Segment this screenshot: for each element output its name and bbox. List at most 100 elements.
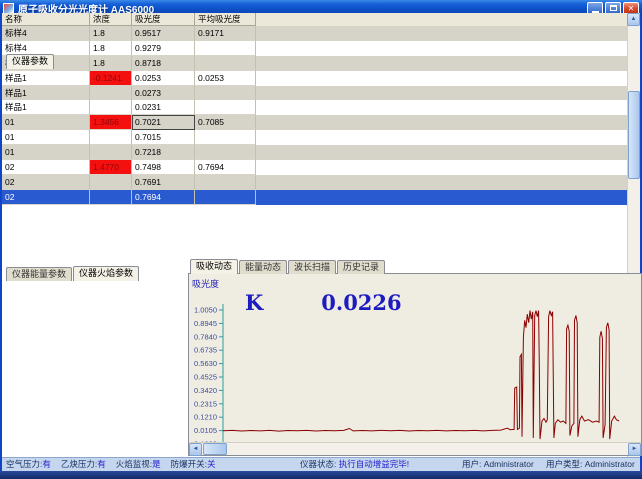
table-row[interactable]: 标样41.80.95170.9171 xyxy=(2,26,627,41)
cell-conc xyxy=(90,100,132,115)
cell-avg xyxy=(195,130,256,145)
cell-name: 标样4 xyxy=(2,26,90,41)
table-row[interactable]: 010.7218 xyxy=(2,145,627,160)
cell-name: 样品1 xyxy=(2,86,90,101)
svg-text:0.0105: 0.0105 xyxy=(194,426,217,435)
status-item-4: 防爆开关:关 xyxy=(171,458,216,472)
table-scrollbar-thumb[interactable] xyxy=(628,91,640,179)
user-label: 用户: xyxy=(462,459,481,469)
table-row[interactable]: 021.47700.74980.7694 xyxy=(2,160,627,175)
cell-name: 样品1 xyxy=(2,71,90,86)
tab-absorbance-dynamic[interactable]: 吸收动态 xyxy=(190,259,238,274)
chart-scrollbar[interactable]: ◄ ► xyxy=(189,442,641,455)
cell-abs: 0.7021 xyxy=(132,115,195,130)
cell-conc xyxy=(90,175,132,190)
scroll-left-icon[interactable]: ◄ xyxy=(189,443,202,456)
table-row[interactable]: 01 0.7015 xyxy=(2,130,627,145)
absorbance-trace-chart: 1.0050 0.8945 0.7840 0.6735 0.5630 0.4525 0.34… xyxy=(189,286,641,454)
table-row[interactable]: 样品1-0.12410.02530.0253 xyxy=(2,71,627,86)
cell-name: 01 xyxy=(2,115,90,130)
svg-text:0.8945: 0.8945 xyxy=(194,319,217,328)
cell-avg: 0.9171 xyxy=(195,26,256,41)
instrument-status-label: 仪器状态: xyxy=(300,459,336,469)
svg-text:0.2315: 0.2315 xyxy=(194,399,217,408)
cell-avg: 0.7694 xyxy=(195,160,256,175)
tab-instrument-params[interactable]: 仪器参数 xyxy=(6,54,54,69)
cell-abs: 0.0273 xyxy=(132,86,195,101)
table-row[interactable]: 样品1 0.0231 xyxy=(2,100,627,115)
cell-conc xyxy=(90,145,132,160)
user-type-label: 用户类型: xyxy=(546,459,582,469)
cell-avg xyxy=(195,190,256,205)
table-row[interactable]: 020.7694 xyxy=(2,190,627,205)
table-header-row: 名称浓度吸光度平均吸光度 xyxy=(2,13,627,26)
svg-text:0.1210: 0.1210 xyxy=(194,413,217,422)
app-icon xyxy=(3,3,14,14)
scroll-up-icon[interactable]: ▲ xyxy=(627,13,640,26)
svg-text:0.6735: 0.6735 xyxy=(194,346,217,355)
tab-energy-params[interactable]: 仪器能量参数 xyxy=(6,267,72,281)
cell-name: 02 xyxy=(2,175,90,190)
cell-avg xyxy=(195,145,256,160)
cell-avg xyxy=(195,175,256,190)
cell-name: 样品1 xyxy=(2,100,90,115)
status-item-value: 关 xyxy=(207,459,216,469)
window-bottom-edge xyxy=(0,471,642,479)
status-item-value: 是 xyxy=(152,459,161,469)
tab-energy-dynamic[interactable]: 能量动态 xyxy=(239,260,287,274)
cell-name: 01 xyxy=(2,130,90,145)
cell-conc: 1.8 xyxy=(90,26,132,41)
status-item-label: 空气压力: xyxy=(6,459,42,469)
cell-abs: 0.7691 xyxy=(132,175,195,190)
status-item-label: 防爆开关: xyxy=(171,459,207,469)
user-value: Administrator xyxy=(484,459,534,469)
status-item-value: 有 xyxy=(97,459,106,469)
cell-avg xyxy=(195,41,256,56)
cell-conc xyxy=(90,86,132,101)
svg-text:0.4525: 0.4525 xyxy=(194,373,217,382)
svg-text:0.3420: 0.3420 xyxy=(194,386,217,395)
table-row[interactable]: 样品1 0.0273 xyxy=(2,86,627,101)
cell-avg xyxy=(195,100,256,115)
cell-conc xyxy=(90,130,132,145)
svg-text:1.0050: 1.0050 xyxy=(194,306,217,315)
status-item-label: 火焰监视: xyxy=(116,459,152,469)
cell-abs: 0.0231 xyxy=(132,100,195,115)
tab-wavelength-scan[interactable]: 波长扫描 xyxy=(288,260,336,274)
cell-conc: 1.3456 xyxy=(90,115,132,130)
tab-history[interactable]: 历史记录 xyxy=(337,260,385,274)
scroll-right-icon[interactable]: ► xyxy=(628,443,641,456)
column-header: 浓度 xyxy=(90,13,132,26)
table-row[interactable]: 011.34560.70210.7085 xyxy=(2,115,627,130)
status-item-2: 乙炔压力:有 xyxy=(61,458,106,472)
instrument-status-value: 执行自动增益完毕! xyxy=(339,459,409,469)
chart-scrollbar-thumb[interactable] xyxy=(203,443,227,455)
cell-abs: 0.7498 xyxy=(132,160,195,175)
app-window: 原子吸收分光光度计 AAS6000 ✕ 文件分析设置仪器控制管理员功能用户管理语… xyxy=(0,0,642,479)
dynamic-chart-panel: 吸收动态能量动态波长扫描历史记录 吸光度 K 0.0226 1.00500.89… xyxy=(188,259,642,456)
status-item-value: 有 xyxy=(42,459,51,469)
dynamic-chart-body: 吸光度 K 0.0226 1.00500.89450.78400.67350.5… xyxy=(188,273,642,456)
status-item-1: 空气压力:有 xyxy=(6,458,51,472)
cell-conc: 1.4770 xyxy=(90,160,132,175)
cell-abs: 0.9517 xyxy=(132,26,195,41)
column-header: 名称 xyxy=(2,13,90,26)
cell-abs: 0.7015 xyxy=(132,130,195,145)
cell-conc xyxy=(90,190,132,205)
cell-avg xyxy=(195,86,256,101)
tab-flame-params[interactable]: 仪器火焰参数 xyxy=(73,266,139,281)
status-item-label: 乙炔压力: xyxy=(61,459,97,469)
svg-text:0.5630: 0.5630 xyxy=(194,359,217,368)
status-item-3: 火焰监视:是 xyxy=(116,458,161,472)
cell-abs: 0.0253 xyxy=(132,71,195,86)
project-panel: 项目名称: 091111K 名称浓度吸光度平均吸光度标样41.80.95170.… xyxy=(2,0,269,205)
user-type-value: Administrator xyxy=(585,459,635,469)
svg-text:0.7840: 0.7840 xyxy=(194,332,217,341)
cell-name: 01 xyxy=(2,145,90,160)
status-bar: 空气压力:有乙炔压力:有火焰监视:是防爆开关:关 仪器状态: 执行自动增益完毕!… xyxy=(2,457,640,471)
cell-name: 02 xyxy=(2,190,90,205)
cell-avg: 0.0253 xyxy=(195,71,256,86)
column-header: 吸光度 xyxy=(132,13,195,26)
cell-avg xyxy=(195,56,256,71)
table-row[interactable]: 02 0.7691 xyxy=(2,175,627,190)
